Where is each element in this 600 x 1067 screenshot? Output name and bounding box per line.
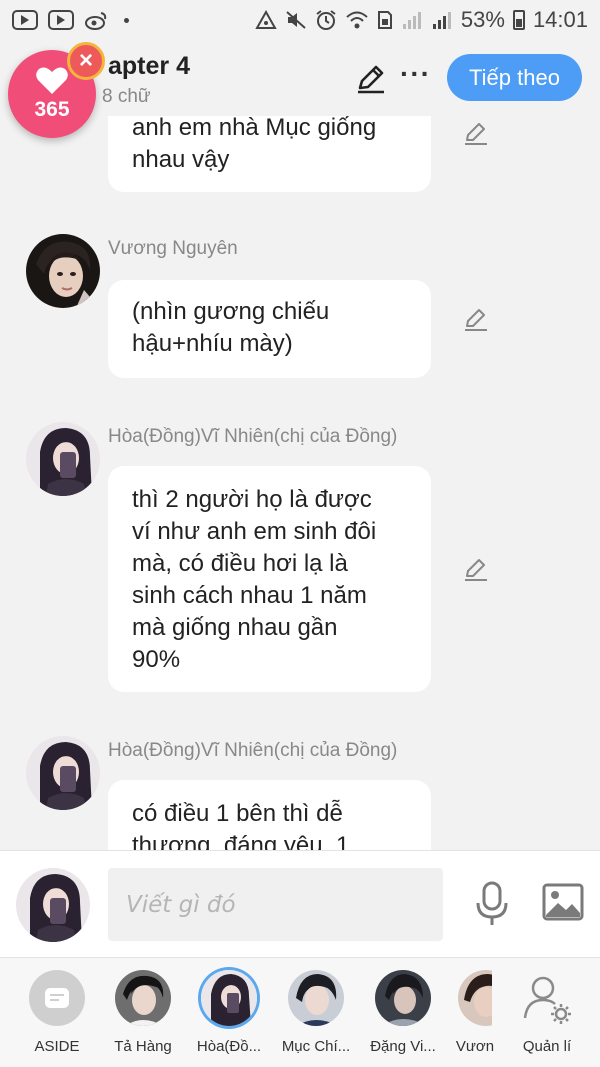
character-label: Đặng Vi... <box>370 1038 436 1055</box>
alarm-icon <box>316 10 336 30</box>
current-character-avatar[interactable] <box>16 868 90 942</box>
character-label: Tả Hàng <box>114 1038 172 1055</box>
battery-percent: 53% <box>460 7 505 32</box>
character-item[interactable]: Đặng Vi... <box>363 970 443 1055</box>
character-label: Hòa(Đồ... <box>196 1038 262 1055</box>
notification-dot-icon <box>124 17 129 23</box>
image-icon[interactable] <box>542 883 584 921</box>
message-line: thương, đáng yêu, 1 <box>132 832 350 850</box>
avatar[interactable] <box>26 422 100 496</box>
signal-icon <box>402 12 421 29</box>
character-item[interactable]: Vươn <box>440 970 510 1055</box>
chat-bubble-icon <box>29 970 85 1026</box>
character-selector-bar: ASIDE Tả Hàng Hòa(Đồ... Mục Chí... Đặng … <box>0 958 600 1067</box>
word-count: 8 chữ <box>102 86 151 107</box>
sim-card-icon <box>377 11 392 29</box>
message-line: (nhìn gương chiếu <box>132 298 330 325</box>
message-input[interactable] <box>108 868 443 941</box>
message-line: có điều 1 bên thì dễ <box>132 800 343 827</box>
chapter-title: apter 4 <box>108 52 190 80</box>
wifi-icon <box>346 11 368 29</box>
message-line: anh em nhà Mục giống <box>132 116 377 141</box>
manage-characters-button[interactable]: Quản lí <box>507 970 587 1055</box>
character-item[interactable]: Mục Chí... <box>276 970 356 1055</box>
sender-name: Vương Nguyên <box>108 238 238 259</box>
message-line: hậu+nhíu mày) <box>132 330 293 357</box>
edit-pencil-icon[interactable] <box>354 62 388 96</box>
message-line: nhau vậy <box>132 146 230 173</box>
character-aside[interactable]: ASIDE <box>17 970 97 1055</box>
character-avatar <box>375 970 431 1026</box>
close-badge-icon[interactable]: × <box>67 42 105 80</box>
edit-message-icon[interactable] <box>462 120 490 148</box>
message-line: mà, có điều hơi lạ là <box>132 550 348 577</box>
microphone-icon[interactable] <box>474 881 510 927</box>
character-label: Quản lí <box>522 1038 572 1055</box>
signal-icon <box>432 12 451 29</box>
more-options-icon[interactable]: ··· <box>400 60 431 88</box>
message-line: 90% <box>132 646 181 673</box>
character-item-selected[interactable]: Hòa(Đồ... <box>189 970 269 1055</box>
character-item[interactable]: Tả Hàng <box>103 970 183 1055</box>
sender-name: Hòa(Đồng)Vĩ Nhiên(chị của Đồng) <box>108 426 398 447</box>
character-avatar <box>201 970 257 1026</box>
avatar[interactable] <box>26 234 100 308</box>
next-chapter-button[interactable]: Tiếp theo <box>447 54 582 101</box>
status-bar: 53% 14:01 <box>0 0 600 40</box>
character-label: Mục Chí... <box>281 1038 351 1055</box>
data-saver-icon <box>255 10 277 29</box>
message-bubble[interactable]: có điều 1 bên thì dễ thương, đáng yêu, 1 <box>108 780 431 850</box>
badge-count: 365 <box>34 98 70 121</box>
message-bubble[interactable]: (nhìn gương chiếu hậu+nhíu mày) <box>108 280 431 378</box>
character-label: ASIDE <box>34 1038 80 1055</box>
mute-icon <box>286 11 306 29</box>
character-avatar <box>115 970 171 1026</box>
character-avatar <box>458 970 492 1026</box>
message-bubble[interactable]: thì 2 người họ là được ví như anh em sin… <box>108 466 431 692</box>
edit-message-icon[interactable] <box>462 306 490 334</box>
message-line: thì 2 người họ là được <box>132 486 372 513</box>
weibo-icon <box>85 12 107 30</box>
user-settings-icon <box>523 976 571 1024</box>
heart-icon <box>36 67 68 94</box>
battery-icon <box>512 10 525 30</box>
clock: 14:01 <box>532 7 588 32</box>
youtube-notification-icon <box>48 10 74 30</box>
avatar[interactable] <box>26 736 100 810</box>
character-label: Vươn <box>455 1038 495 1055</box>
message-composer <box>0 850 600 958</box>
message-line: ví như anh em sinh đôi <box>132 518 377 545</box>
sender-name: Hòa(Đồng)Vĩ Nhiên(chị của Đồng) <box>108 740 398 761</box>
character-avatar <box>288 970 344 1026</box>
youtube-notification-icon <box>12 10 38 30</box>
message-list[interactable]: anh em nhà Mục giống nhau vậy Vương Nguy… <box>0 116 600 850</box>
message-bubble[interactable]: anh em nhà Mục giống nhau vậy <box>108 116 431 192</box>
edit-message-icon[interactable] <box>462 556 490 584</box>
message-line: mà giống nhau gần <box>132 614 338 641</box>
message-line: sinh cách nhau 1 năm <box>132 582 367 609</box>
